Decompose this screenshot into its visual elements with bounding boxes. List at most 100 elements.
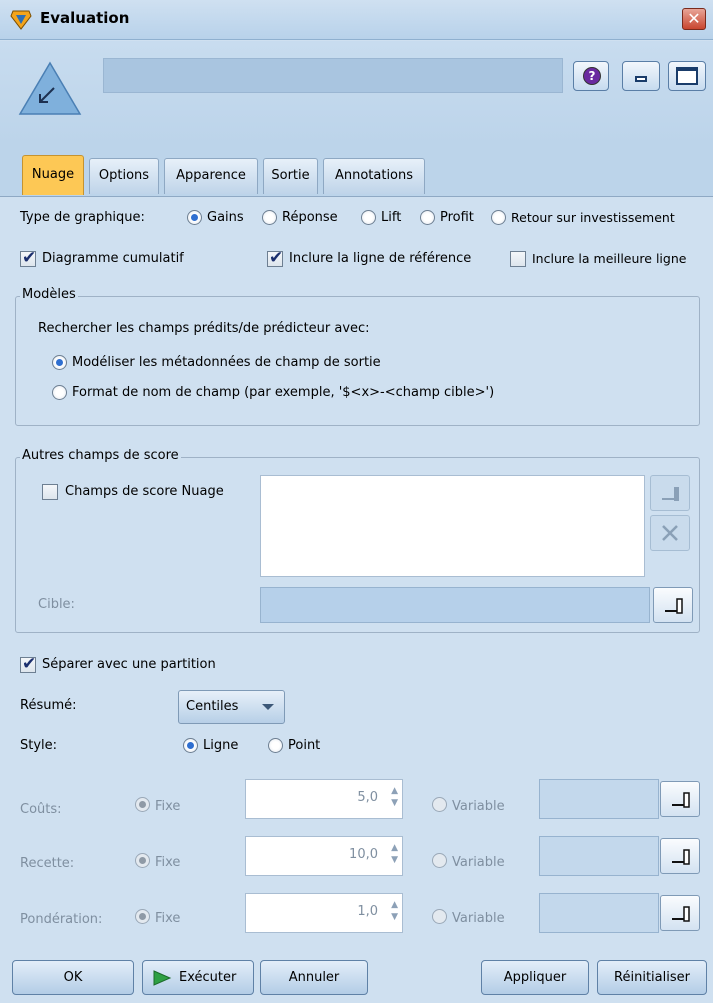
- spinner-arrows-icon[interactable]: ▲ ▼: [386, 899, 398, 925]
- target-field-select[interactable]: [260, 587, 650, 623]
- run-button[interactable]: Exécuter: [142, 960, 254, 995]
- evaluation-node-icon: [18, 61, 82, 115]
- costs-label: Coûts:: [20, 802, 62, 817]
- radio-roi-label: Retour sur investissement: [511, 210, 675, 225]
- summary-value: Centiles: [186, 699, 239, 714]
- costs-variable-field[interactable]: [539, 779, 659, 819]
- target-label: Cible:: [38, 597, 75, 612]
- window-title: Evaluation: [40, 9, 130, 27]
- radio-reponse[interactable]: [262, 210, 277, 225]
- weight-fixed-radio[interactable]: [135, 909, 150, 924]
- radio-gains[interactable]: [187, 210, 202, 225]
- costs-fixed-value[interactable]: 5,0 ▲ ▼: [245, 779, 403, 819]
- remove-score-field-button[interactable]: [650, 515, 690, 551]
- radio-profit-label: Profit: [440, 210, 474, 225]
- costs-variable-label: Variable: [452, 799, 505, 814]
- node-header: [0, 41, 713, 145]
- partition-label: Séparer avec une partition: [42, 657, 216, 672]
- tab-sortie[interactable]: Sortie: [263, 158, 318, 194]
- ok-button[interactable]: OK: [12, 960, 134, 995]
- revenue-variable-radio[interactable]: [432, 853, 447, 868]
- reference-line-checkbox[interactable]: [267, 248, 283, 268]
- tab-strip: Nuage Options Apparence Sortie Annotatio…: [0, 145, 713, 197]
- radio-model-metadata[interactable]: [52, 355, 67, 370]
- maximize-icon: [676, 67, 698, 85]
- radio-model-metadata-label: Modéliser les métadonnées de champ de so…: [72, 355, 381, 370]
- radio-style-point[interactable]: [268, 738, 283, 753]
- score-fields-checkbox[interactable]: [42, 484, 58, 500]
- spinner-arrows-icon[interactable]: ▲ ▼: [386, 842, 398, 868]
- costs-fixed-radio[interactable]: [135, 797, 150, 812]
- radio-roi[interactable]: [491, 210, 506, 225]
- field-picker-icon: [672, 849, 690, 865]
- costs-field-picker-button[interactable]: [660, 781, 700, 817]
- other-scores-group-title: Autres champs de score: [20, 448, 181, 463]
- minimize-button[interactable]: [622, 61, 660, 91]
- weight-fixed-value[interactable]: 1,0 ▲ ▼: [245, 893, 403, 933]
- score-field-picker-button[interactable]: [650, 475, 690, 511]
- maximize-button[interactable]: [668, 61, 706, 91]
- score-fields-list[interactable]: [260, 475, 645, 577]
- weight-label: Pondération:: [20, 912, 103, 927]
- revenue-field-picker-button[interactable]: [660, 838, 700, 874]
- close-button[interactable]: ✕: [682, 8, 706, 30]
- field-picker-icon: [672, 906, 690, 922]
- reference-line-label: Inclure la ligne de référence: [289, 251, 472, 266]
- summary-dropdown[interactable]: Centiles: [178, 690, 285, 724]
- radio-lift[interactable]: [361, 210, 376, 225]
- radio-style-line-label: Ligne: [203, 738, 239, 753]
- radio-reponse-label: Réponse: [282, 210, 338, 225]
- revenue-fixed-label: Fixe: [155, 855, 181, 870]
- radio-field-name-format[interactable]: [52, 385, 67, 400]
- help-button[interactable]: ?: [573, 61, 609, 91]
- spinner-arrows-icon[interactable]: ▲ ▼: [386, 785, 398, 811]
- run-button-label: Exécuter: [179, 970, 237, 985]
- revenue-variable-label: Variable: [452, 855, 505, 870]
- best-line-checkbox[interactable]: [510, 251, 526, 267]
- field-picker-icon: [672, 792, 690, 808]
- weight-variable-field[interactable]: [539, 893, 659, 933]
- tab-nuage[interactable]: Nuage: [22, 155, 84, 195]
- cumulative-label: Diagramme cumulatif: [42, 251, 184, 266]
- style-label: Style:: [20, 738, 58, 753]
- weight-variable-radio[interactable]: [432, 909, 447, 924]
- best-line-label: Inclure la meilleure ligne: [532, 251, 687, 266]
- revenue-fixed-value[interactable]: 10,0 ▲ ▼: [245, 836, 403, 876]
- target-field-picker-button[interactable]: [653, 587, 693, 623]
- radio-style-point-label: Point: [288, 738, 321, 753]
- tab-apparence[interactable]: Apparence: [164, 158, 258, 194]
- costs-fixed-label: Fixe: [155, 799, 181, 814]
- radio-gains-label: Gains: [207, 210, 244, 225]
- weight-value-text: 1,0: [357, 904, 378, 919]
- field-picker-icon: [665, 598, 683, 614]
- score-fields-label: Champs de score Nuage: [65, 484, 224, 499]
- costs-value-text: 5,0: [357, 790, 378, 805]
- models-group-title: Modèles: [20, 287, 78, 302]
- tab-annotations[interactable]: Annotations: [323, 158, 425, 194]
- costs-variable-radio[interactable]: [432, 797, 447, 812]
- revenue-variable-field[interactable]: [539, 836, 659, 876]
- cumulative-checkbox[interactable]: [20, 248, 36, 268]
- cancel-button[interactable]: Annuler: [260, 960, 368, 995]
- chart-type-label: Type de graphique:: [20, 210, 145, 225]
- minimize-icon: [635, 76, 647, 82]
- radio-style-line[interactable]: [183, 738, 198, 753]
- summary-label: Résumé:: [20, 698, 77, 713]
- evaluation-app-icon: [10, 10, 32, 30]
- weight-fixed-label: Fixe: [155, 911, 181, 926]
- chevron-down-icon: [262, 704, 274, 710]
- field-picker-icon: [662, 487, 679, 501]
- reset-button[interactable]: Réinitialiser: [597, 960, 707, 995]
- weight-variable-label: Variable: [452, 911, 505, 926]
- delete-icon: [662, 525, 678, 541]
- partition-checkbox[interactable]: [20, 654, 36, 674]
- radio-profit[interactable]: [420, 210, 435, 225]
- apply-button[interactable]: Appliquer: [481, 960, 589, 995]
- tab-options[interactable]: Options: [89, 158, 159, 194]
- models-prompt: Rechercher les champs prédits/de prédict…: [38, 321, 370, 336]
- node-name-field[interactable]: [103, 58, 563, 93]
- weight-field-picker-button[interactable]: [660, 895, 700, 931]
- help-icon: ?: [583, 67, 601, 85]
- revenue-fixed-radio[interactable]: [135, 853, 150, 868]
- revenue-label: Recette:: [20, 856, 75, 871]
